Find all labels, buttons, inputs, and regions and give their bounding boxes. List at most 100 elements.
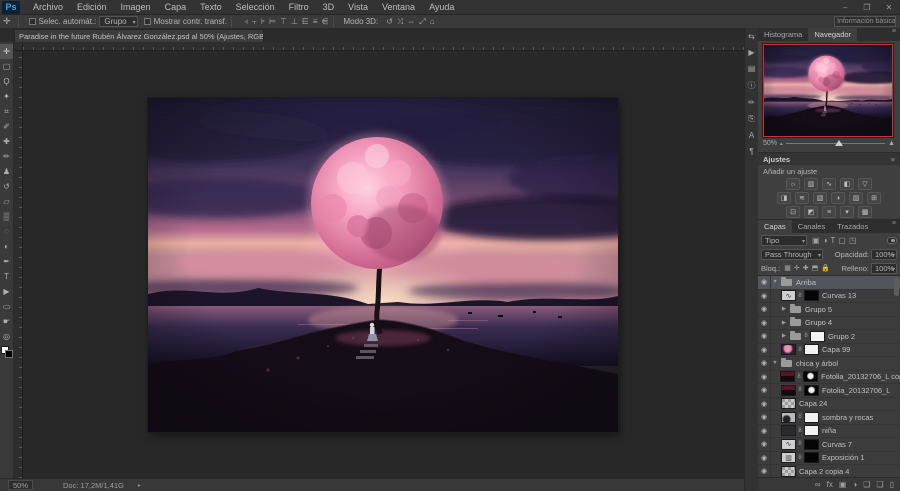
panel-menu-icon[interactable]: ≡ — [888, 28, 900, 41]
layer-mask-thumbnail[interactable] — [803, 371, 818, 382]
history-icon[interactable]: ▤ — [748, 64, 756, 73]
visibility-eye-icon[interactable]: ◉ — [758, 303, 771, 316]
menu-ventana[interactable]: Ventana — [375, 2, 422, 12]
visibility-eye-icon[interactable]: ◉ — [758, 438, 771, 451]
threshold-icon[interactable]: ≡ — [822, 206, 836, 218]
layer-name[interactable]: chica y árbol — [796, 359, 838, 368]
status-zoom-field[interactable]: 50% — [8, 480, 33, 490]
menu-imagen[interactable]: Imagen — [114, 2, 158, 12]
expand-triangle-icon[interactable]: ▼ — [771, 360, 779, 366]
brush-tool[interactable]: ✏ — [0, 149, 13, 164]
layer-thumbnail[interactable] — [781, 398, 796, 409]
visibility-eye-icon[interactable]: ◉ — [758, 290, 771, 303]
exposure-icon[interactable]: ◧ — [840, 178, 854, 190]
layer-name[interactable]: Curvas 13 — [822, 291, 856, 300]
layer-row[interactable]: ◉▼Arriba — [758, 276, 900, 290]
opacity-field[interactable]: 100% — [871, 249, 897, 260]
eyedropper-tool[interactable]: ✐ — [0, 119, 13, 134]
layer-row[interactable]: ◉8Fotolia_20132706_L — [758, 384, 900, 398]
blend-mode-dropdown[interactable]: Pass Through — [761, 249, 823, 260]
shape-tool[interactable]: ▭ — [0, 299, 13, 314]
pen-tool[interactable]: ✒ — [0, 254, 13, 269]
menu-selección[interactable]: Selección — [229, 2, 282, 12]
new-group-button[interactable]: ❑ — [863, 480, 870, 489]
layer-row[interactable]: ◉▶8Grupo 2 — [758, 330, 900, 344]
crop-tool[interactable]: ⌗ — [0, 104, 13, 119]
adjustment-thumbnail[interactable]: ∿ — [781, 290, 796, 301]
lock-icon[interactable]: ⬒ — [812, 264, 819, 272]
actions-icon[interactable]: ▶ — [748, 48, 754, 57]
brush-icon[interactable]: ✏ — [748, 98, 755, 107]
tab-histograma[interactable]: Histograma — [758, 28, 808, 41]
history-brush-tool[interactable]: ↺ — [0, 179, 13, 194]
navigator-zoom-slider[interactable] — [786, 143, 886, 144]
layer-mask-thumbnail[interactable] — [804, 385, 819, 396]
layer-name[interactable]: Grupo 2 — [828, 332, 855, 341]
layer-thumbnail[interactable] — [781, 344, 796, 355]
layer-name[interactable]: Arriba — [796, 278, 816, 287]
zoom-tool[interactable]: ◎ — [0, 329, 13, 344]
menu-filtro[interactable]: Filtro — [282, 2, 316, 12]
visibility-eye-icon[interactable]: ◉ — [758, 330, 771, 343]
filter-type-icon[interactable]: ◳ — [849, 236, 857, 245]
posterize-icon[interactable]: ◩ — [804, 206, 818, 218]
align-icon[interactable]: ⊧ — [261, 17, 265, 27]
layer-thumbnail[interactable] — [781, 425, 796, 436]
layer-row[interactable]: ◉▶Grupo 4 — [758, 317, 900, 331]
adjustment-layer-button[interactable]: ◑ — [852, 480, 857, 489]
layer-name[interactable]: Capa 24 — [799, 399, 827, 408]
layer-row[interactable]: ◉ Capa 24 — [758, 398, 900, 412]
gradient-tool[interactable]: ▒ — [0, 209, 13, 224]
blur-tool[interactable]: ◌ — [0, 224, 13, 239]
tab-capas[interactable]: Capas — [758, 220, 792, 233]
layer-name[interactable]: Fotolia_20132706_L — [822, 386, 890, 395]
curves-icon[interactable]: ∿ — [822, 178, 836, 190]
menu-capa[interactable]: Capa — [158, 2, 194, 12]
workspace-selector[interactable]: Información básica — [834, 16, 896, 27]
layer-name[interactable]: sombra y rocas — [822, 413, 873, 422]
hand-tool[interactable]: ☛ — [0, 314, 13, 329]
selective-color-icon[interactable]: ▩ — [858, 206, 872, 218]
layer-mask-thumbnail[interactable] — [804, 344, 819, 355]
levels-icon[interactable]: ▥ — [804, 178, 818, 190]
layer-row[interactable]: ◉Capa 2 copia 4 — [758, 465, 900, 477]
layer-mask-thumbnail[interactable] — [804, 439, 819, 450]
align-icon[interactable]: ≡ — [313, 17, 318, 27]
healing-brush-tool[interactable]: ✚ — [0, 134, 13, 149]
photo-filter-icon[interactable]: ◑ — [831, 192, 845, 204]
add-mask-button[interactable]: ▣ — [839, 480, 847, 489]
path-selection-tool[interactable]: ▶ — [0, 284, 13, 299]
info-icon[interactable]: ⓘ — [748, 80, 756, 91]
visibility-eye-icon[interactable]: ◉ — [758, 452, 771, 465]
document-tab[interactable]: Paradise in the future Rubén Álvarez Gon… — [14, 29, 264, 42]
clone-source-icon[interactable]: ⎘ — [748, 114, 754, 124]
filter-type-icon[interactable]: ▢ — [838, 236, 846, 245]
status-menu-arrow[interactable]: ▸ — [138, 482, 141, 489]
align-icon[interactable]: ⋹ — [322, 17, 329, 27]
character-icon[interactable]: A — [749, 131, 754, 140]
marquee-tool[interactable]: ▢ — [0, 59, 13, 74]
visibility-eye-icon[interactable]: ◉ — [758, 465, 771, 477]
eraser-tool[interactable]: ▱ — [0, 194, 13, 209]
zoom-in-icon[interactable]: ▲ — [888, 140, 895, 147]
visibility-eye-icon[interactable]: ◉ — [758, 425, 771, 438]
collapse-triangle-icon[interactable]: ▶ — [780, 320, 788, 326]
layer-row[interactable]: ◉∿8Curvas 7 — [758, 438, 900, 452]
panel-menu-icon[interactable]: ≡ — [891, 155, 895, 164]
layer-row[interactable]: ◉8sombra y rocas — [758, 411, 900, 425]
adjustment-thumbnail[interactable]: ▥ — [781, 452, 796, 463]
layer-name[interactable]: Grupo 4 — [805, 318, 832, 327]
layer-name[interactable]: niña — [822, 426, 836, 435]
color-lookup-icon[interactable]: ⊞ — [867, 192, 881, 204]
restore-button[interactable]: ❐ — [856, 0, 878, 14]
expand-triangle-icon[interactable]: ▼ — [771, 279, 779, 285]
visibility-eye-icon[interactable]: ◉ — [758, 398, 771, 411]
lock-icon[interactable]: ▦ — [784, 264, 791, 272]
menu-3d[interactable]: 3D — [316, 2, 342, 12]
collapse-triangle-icon[interactable]: ▶ — [780, 333, 788, 339]
link-layers-button[interactable]: ∞ — [815, 480, 821, 489]
auto-select-checkbox[interactable] — [29, 18, 36, 25]
lasso-tool[interactable]: Ϙ — [0, 74, 13, 89]
auto-select-dropdown[interactable]: Grupo — [99, 16, 137, 27]
layer-thumbnail[interactable] — [781, 385, 796, 396]
